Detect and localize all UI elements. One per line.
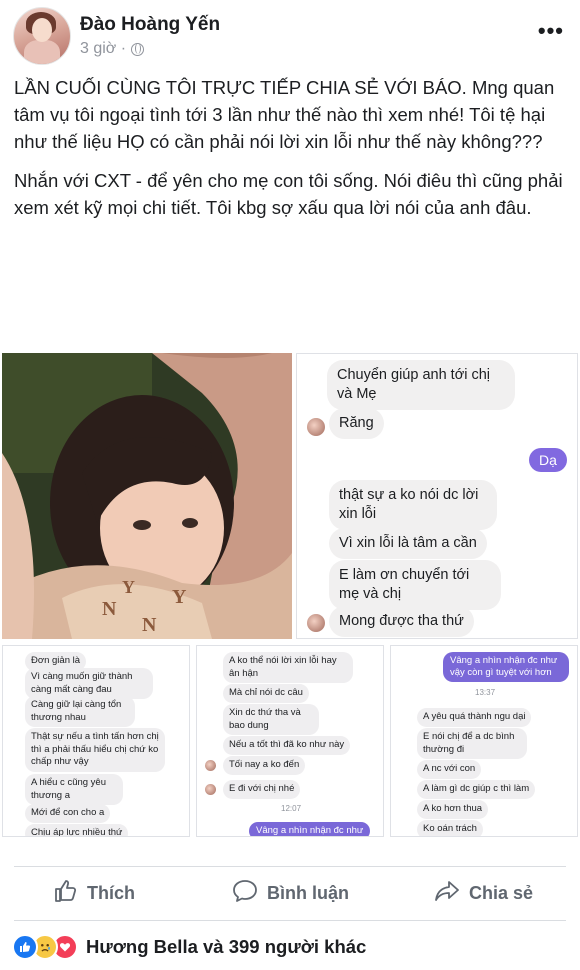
comment-label: Bình luận	[267, 882, 349, 903]
post-header: Đào Hoàng Yến 3 giờ · •••	[0, 0, 580, 70]
post-paragraph: Nhắn với CXT - để yên cho mẹ con tôi sốn…	[14, 170, 563, 218]
post-paragraph: LẦN CUỐI CÙNG TÔI TRỰC TIẾP CHIA SẺ VỚI …	[14, 77, 555, 152]
thumbs-up-icon	[54, 879, 78, 908]
contact-avatar	[307, 614, 325, 632]
share-button[interactable]: Chia sẻ	[434, 868, 533, 918]
like-button[interactable]: Thích	[54, 868, 135, 918]
chat-message: thật sự a ko nói dc lời xin lỗi	[329, 480, 497, 530]
chat-message: E làm ơn chuyển tới mẹ và chị	[329, 560, 501, 610]
chat-message: E đi với chị nhé	[223, 780, 301, 799]
more-options-button[interactable]: •••	[538, 18, 564, 44]
chat-message: A nc với con	[417, 760, 482, 779]
chat-message: Chịu áp lực nhiều thứ	[25, 824, 129, 836]
post-actions: Thích Bình luận Chia sẻ	[0, 868, 580, 918]
chat-message: E nói chị để a dc bình thường đi	[417, 728, 527, 759]
chat-message: Chuyển giúp anh tới chị và Mẹ	[327, 360, 515, 410]
share-icon	[434, 879, 460, 908]
chat-message: A yêu quá thành ngu dại	[417, 708, 532, 727]
chat-message: Mà chỉ nói dc câu	[223, 684, 309, 703]
chat-message: A hiểu c cũng yêu thương a	[25, 774, 123, 805]
chat-screenshot-2[interactable]: A ko thể nói lời xin lỗi hay ân hận Mà c…	[196, 645, 384, 837]
svg-text:N: N	[142, 614, 157, 636]
reactions-summary[interactable]: Hương Bella và 399 người khác	[12, 930, 366, 964]
chat-message: Mới để con cho a	[25, 804, 111, 823]
svg-text:Y: Y	[172, 586, 187, 608]
like-icon	[12, 934, 38, 960]
comment-button[interactable]: Bình luận	[232, 868, 349, 918]
chat-message: Thật sự nếu a tình tấn hơn chị thì a phả…	[25, 728, 165, 772]
post-meta: 3 giờ ·	[80, 40, 145, 58]
author-avatar[interactable]	[13, 7, 71, 65]
chat-message: A ko thể nói lời xin lỗi hay ân hận	[223, 652, 353, 683]
chat-message: Vì xin lỗi là tâm a cần	[329, 528, 487, 559]
chat-message: Càng giữ lại càng tổn thương nhau	[25, 696, 135, 727]
reactions-text[interactable]: Hương Bella và 399 người khác	[86, 936, 366, 958]
comment-icon	[232, 879, 258, 908]
divider	[14, 920, 566, 921]
post-photo-child[interactable]: N N Y Y	[2, 353, 292, 639]
divider	[14, 866, 566, 867]
chat-screenshot-3[interactable]: Vâng a nhìn nhận đc như vậy còn gì tuyệt…	[390, 645, 578, 837]
post-time[interactable]: 3 giờ ·	[80, 40, 126, 58]
share-label: Chia sẻ	[469, 882, 534, 903]
like-label: Thích	[87, 882, 135, 903]
chat-message-outgoing: Vâng a nhìn nhận đc như	[249, 822, 371, 836]
chat-screenshot-1[interactable]: Đơn giản là Vì càng muốn giữ thành càng …	[2, 645, 190, 837]
contact-avatar	[205, 784, 216, 795]
chat-message-outgoing: Dạ	[529, 448, 567, 472]
chat-message: Xin dc thứ tha và bao dung	[223, 704, 319, 735]
author-name[interactable]: Đào Hoàng Yến	[80, 14, 220, 36]
chat-message: Răng	[329, 408, 384, 439]
globe-icon	[131, 42, 145, 56]
post-body: LẦN CUỐI CÙNG TÔI TRỰC TIẾP CHIA SẺ VỚI …	[14, 74, 564, 233]
contact-avatar	[307, 418, 325, 436]
chat-message: A ko hơn thua	[417, 800, 489, 819]
chat-timestamp: 13:37	[475, 688, 496, 697]
svg-text:N: N	[102, 598, 117, 620]
chat-message: Tối nay a ko đến	[223, 756, 306, 775]
chat-timestamp: 12:07	[281, 804, 302, 813]
chat-message: Nếu a tốt thì đã ko như này	[223, 736, 351, 755]
chat-message-outgoing: Vâng a nhìn nhận đc như vậy còn gì tuyệt…	[443, 652, 569, 682]
svg-text:Y: Y	[122, 577, 135, 597]
contact-avatar	[205, 760, 216, 771]
chat-message: Mong được tha thứ	[329, 606, 474, 637]
chat-message: A làm gì dc giúp c thì làm	[417, 780, 536, 799]
chat-message: Ko oán trách	[417, 820, 483, 836]
chat-message: Vì càng muốn giữ thành càng mất càng đau	[25, 668, 153, 699]
chat-screenshot-main[interactable]: Chuyển giúp anh tới chị và Mẹ Răng Dạ th…	[296, 353, 578, 639]
